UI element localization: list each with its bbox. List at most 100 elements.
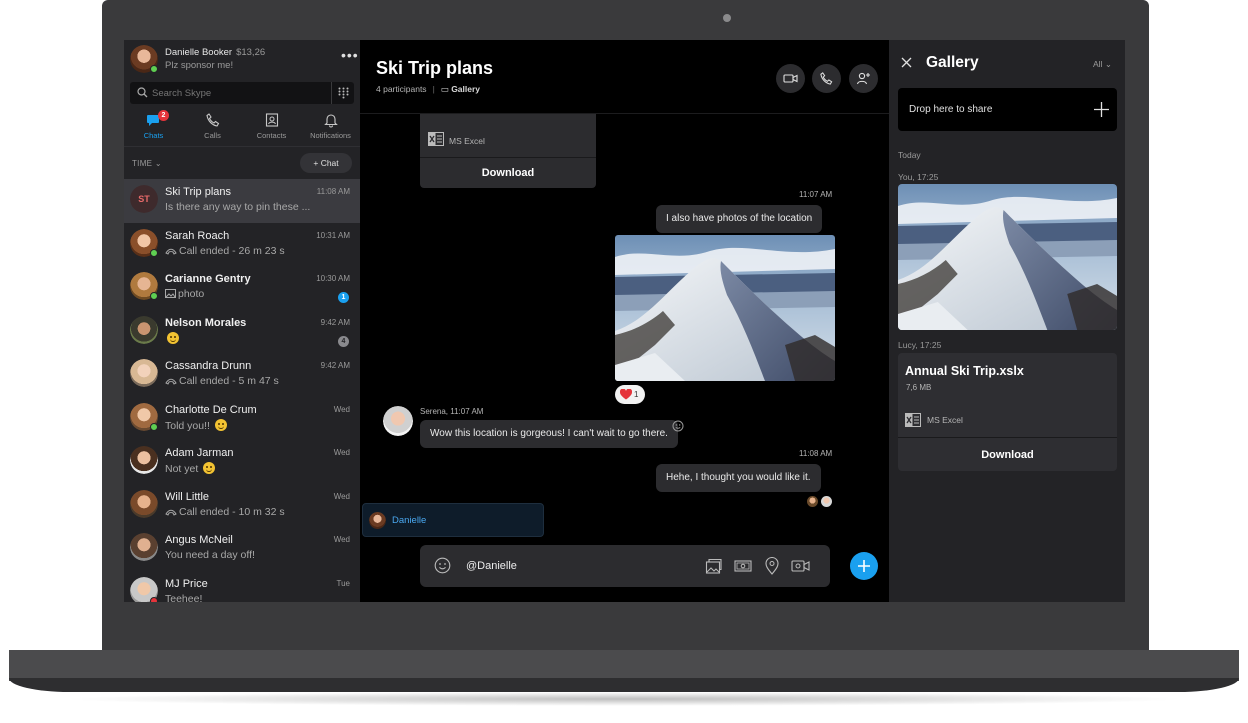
- chat-preview-line: [165, 331, 179, 345]
- gallery-section-label: Today: [898, 150, 921, 160]
- chat-item-carianne-gentry[interactable]: Carianne Gentry photo 10:30 AM 1: [124, 266, 360, 310]
- profile-header[interactable]: Danielle Booker $13,26 Plz sponsor me! ••…: [130, 45, 359, 75]
- chat-preview: Call ended - 26 m 23 s: [179, 244, 285, 257]
- message-timestamp: 11:07 AM: [799, 190, 833, 199]
- camera-dot: [723, 14, 731, 22]
- call-ended-icon: [165, 509, 177, 516]
- chat-item-cassandra-drunn[interactable]: Cassandra Drunn Call ended - 5 m 47 s 9:…: [124, 353, 360, 397]
- gallery-link[interactable]: ▭ Gallery: [441, 84, 480, 94]
- contact-avatar: [130, 315, 158, 344]
- chat-time: 9:42 AM: [320, 317, 350, 327]
- audio-call-button[interactable]: [812, 64, 841, 93]
- download-button[interactable]: Download: [898, 437, 1117, 471]
- mention-suggestion[interactable]: Danielle: [362, 503, 544, 537]
- chat-name: Nelson Morales: [165, 316, 247, 329]
- chat-preview: Call ended - 10 m 32 s: [179, 505, 285, 518]
- chat-preview-line: Call ended - 5 m 47 s: [165, 375, 279, 387]
- chat-time: 9:42 AM: [320, 361, 350, 370]
- search-box[interactable]: [130, 82, 354, 104]
- chat-name: Cassandra Drunn: [165, 360, 252, 372]
- chat-item-angus-mcneil[interactable]: Angus McNeil You need a day off! Wed: [124, 527, 360, 571]
- chat-time: Wed: [333, 535, 350, 544]
- reaction-count: 1: [634, 390, 639, 399]
- chat-time: 10:30 AM: [316, 274, 350, 283]
- sender-avatar[interactable]: [383, 406, 413, 436]
- emoji-icon: [203, 462, 216, 474]
- gallery-filter-dropdown[interactable]: All ⌄: [1093, 59, 1112, 70]
- tab-calls[interactable]: Calls: [183, 112, 242, 144]
- tab-chats[interactable]: 2 Chats: [124, 110, 183, 144]
- shared-file-card[interactable]: MS Excel Download: [420, 114, 596, 188]
- conversation-title[interactable]: Ski Trip plans: [376, 58, 493, 79]
- chat-item-ski-trip-plans[interactable]: ST Ski Trip plans Is there any way to pi…: [124, 179, 360, 223]
- excel-icon: [428, 132, 444, 146]
- chat-name: MJ Price: [165, 577, 208, 590]
- chat-name: Angus McNeil: [165, 534, 233, 546]
- skype-credit[interactable]: $13,26: [236, 47, 265, 58]
- chat-item-will-little[interactable]: Will Little Call ended - 10 m 32 s Wed: [124, 484, 360, 528]
- profile-name: Danielle Booker: [165, 47, 233, 58]
- message-bubble[interactable]: Hehe, I thought you would like it.: [656, 464, 821, 492]
- chat-name: Will Little: [165, 490, 210, 503]
- close-icon[interactable]: [901, 57, 912, 68]
- gallery-photo-thumbnail[interactable]: [898, 184, 1117, 330]
- add-participant-button[interactable]: [849, 64, 878, 93]
- send-money-icon[interactable]: [734, 557, 752, 575]
- dialpad-button[interactable]: [331, 82, 354, 104]
- chat-name: Carianne Gentry: [165, 273, 251, 285]
- read-receipt-avatar: [821, 496, 832, 507]
- file-name: Annual Ski Trip.xslx: [905, 364, 1024, 378]
- shared-photo[interactable]: [615, 235, 835, 381]
- gallery-panel: Gallery All ⌄ Drop here to share Today Y…: [889, 40, 1125, 602]
- chat-preview-line: photo: [165, 288, 204, 300]
- photo-caption: You, 17:25: [898, 172, 939, 182]
- gallery-title: Gallery: [926, 54, 979, 71]
- emoji-icon: [214, 418, 227, 431]
- chat-item-nelson-morales[interactable]: Nelson Morales 9:42 AM 4: [124, 310, 360, 354]
- heart-icon: [620, 389, 632, 400]
- gallery-link-label: Gallery: [451, 84, 481, 94]
- media-gallery-icon[interactable]: [705, 557, 723, 575]
- file-caption: Lucy, 17:25: [898, 340, 942, 350]
- contact-avatar: [130, 533, 158, 561]
- new-chat-button[interactable]: + Chat: [300, 153, 352, 173]
- chat-item-adam-jarman[interactable]: Adam Jarman Not yet Wed: [124, 440, 360, 484]
- contacts-icon: [265, 113, 278, 127]
- chat-item-charlotte-de-crum[interactable]: Charlotte De Crum Told you!! Wed: [124, 397, 360, 441]
- drop-to-share-zone[interactable]: Drop here to share: [898, 88, 1117, 131]
- message-bubble[interactable]: Wow this location is gorgeous! I can't w…: [420, 420, 678, 448]
- mood-message[interactable]: Plz sponsor me!: [165, 60, 233, 71]
- plus-icon: [858, 560, 870, 572]
- participants-count[interactable]: 4 participants: [376, 84, 427, 94]
- bell-icon: [323, 114, 338, 128]
- location-pin-icon[interactable]: [764, 557, 780, 575]
- search-input[interactable]: [152, 82, 332, 104]
- tab-contacts[interactable]: Contacts: [242, 112, 301, 144]
- chat-item-mj-price[interactable]: MJ Price Teehee! Tue: [124, 571, 360, 602]
- chat-preview-line: Call ended - 10 m 32 s: [165, 506, 285, 518]
- chat-name: Charlotte De Crum: [165, 403, 257, 416]
- video-message-icon[interactable]: [791, 557, 811, 575]
- call-ended-icon: [165, 378, 177, 385]
- tab-notifications[interactable]: Notifications: [301, 112, 360, 144]
- unread-badge: 4: [338, 335, 349, 347]
- download-button[interactable]: Download: [420, 157, 596, 188]
- more-actions-button[interactable]: [850, 552, 878, 580]
- message-input[interactable]: [466, 556, 686, 576]
- sort-dropdown[interactable]: TIME ⌄: [132, 159, 162, 168]
- message-bubble[interactable]: I also have photos of the location: [656, 205, 823, 233]
- chat-preview-line: Told you!!: [165, 418, 227, 432]
- heart-reaction[interactable]: 1: [615, 385, 645, 404]
- add-reaction-icon[interactable]: [672, 420, 684, 432]
- emoji-picker-icon[interactable]: [434, 557, 451, 574]
- more-options-icon[interactable]: •••: [341, 47, 359, 63]
- video-call-button[interactable]: [776, 64, 805, 93]
- group-avatar: ST: [130, 185, 158, 213]
- sender-and-time: Serena, 11:07 AM: [420, 407, 484, 416]
- mention-avatar: [369, 512, 386, 529]
- profile-name-line: Danielle Booker $13,26: [165, 47, 265, 58]
- gallery-file-card[interactable]: Annual Ski Trip.xslx 7,6 MB MS Excel Dow…: [898, 353, 1117, 471]
- chat-name: Sarah Roach: [165, 229, 230, 242]
- chat-item-sarah-roach[interactable]: Sarah Roach Call ended - 26 m 23 s 10:31…: [124, 223, 360, 267]
- photo-icon: [165, 289, 176, 298]
